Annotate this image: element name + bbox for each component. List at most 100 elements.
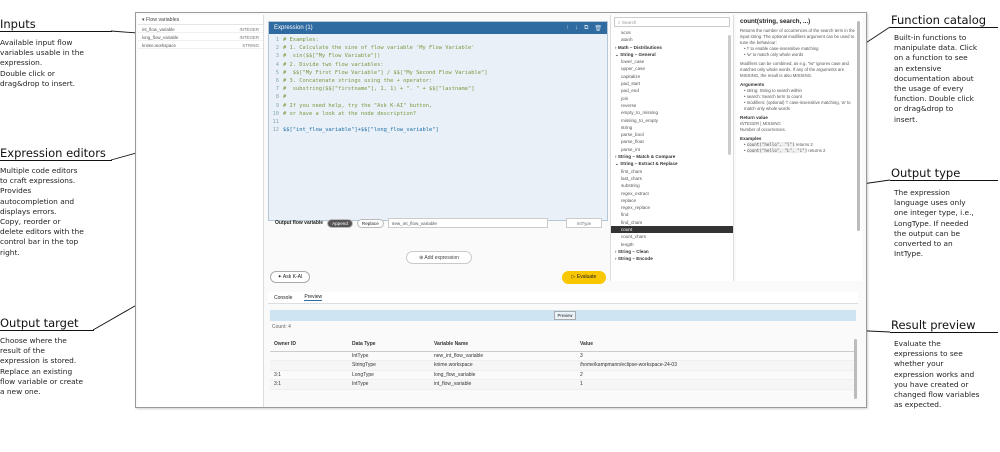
replace-toggle[interactable]: Replace (356, 218, 384, 228)
annotation-preview-body: Evaluate the expressions to see whether … (894, 339, 980, 410)
function-item[interactable]: string (611, 124, 733, 131)
function-category[interactable]: ⌄ String – General (611, 51, 733, 58)
function-item[interactable]: empty_to_missing (611, 109, 733, 116)
append-toggle[interactable]: Append (327, 218, 353, 228)
function-item[interactable]: join (611, 95, 733, 102)
function-item[interactable]: pad_start (611, 80, 733, 87)
doc-examples-heading: Examples (740, 136, 762, 141)
function-label: pad_start (621, 81, 641, 87)
output-variable-name-input[interactable]: new_int_flow_variable (387, 218, 548, 228)
function-item[interactable]: acos (611, 29, 733, 36)
function-label: lower_case (621, 59, 645, 65)
function-label: count (621, 227, 633, 233)
code-line: 2 # 1. Calculate the sine of flow variabl… (269, 45, 607, 53)
function-item[interactable]: regex_replace (611, 204, 733, 211)
delete-icon[interactable]: 🗑 (594, 25, 602, 32)
result-body: IntType new_int_flow_variable 3 StringType k… (270, 351, 856, 390)
ask-kai-button[interactable]: ✦ Ask K-AI (270, 271, 310, 283)
line-number: 6 (275, 77, 279, 84)
line-number: 2 (275, 45, 279, 52)
function-label: substring (621, 183, 640, 189)
result-header-row: Owner ID Data Type Variable Name Value (270, 338, 856, 352)
function-item[interactable]: parse_float (611, 138, 733, 145)
function-item[interactable]: first_chars (611, 168, 733, 175)
evaluate-button[interactable]: ▷ Evaluate (562, 271, 606, 284)
function-category[interactable]: › String – Clean (611, 248, 733, 255)
function-category[interactable]: › Math – Distributions (611, 44, 733, 51)
flow-variable-name: knime.workspace (142, 43, 176, 48)
function-item[interactable]: capitalize (611, 73, 733, 80)
function-label: String – Encode (617, 256, 653, 262)
doc-modifier-text: 'w' to match only whole words (746, 52, 804, 57)
function-label: String – Match & Compare (617, 154, 676, 160)
function-item[interactable]: atanh (611, 36, 733, 43)
move-down-icon[interactable]: ↓ (575, 25, 578, 31)
function-item[interactable]: replace (611, 197, 733, 204)
result-table: Owner ID Data Type Variable Name Value IntT… (270, 338, 856, 390)
copy-icon[interactable]: ⧉ (584, 25, 588, 31)
function-category[interactable]: › String – Encode (611, 255, 733, 262)
doc-modifier: • 'w' to match only whole words (744, 52, 804, 57)
function-item[interactable]: find_chars (611, 219, 733, 226)
table-cell: 3:1 (270, 379, 348, 390)
add-expression-button[interactable]: ⊕ Add expression (406, 251, 472, 264)
function-item[interactable]: parse_int (611, 146, 733, 153)
function-label: String – Clean (617, 248, 649, 254)
table-cell: IntType (348, 351, 430, 361)
flow-variable-item[interactable]: long_flow_variable INTEGER (138, 33, 263, 41)
function-item[interactable]: lower_case (611, 58, 733, 65)
function-item[interactable]: parse_bool (611, 131, 733, 138)
function-item[interactable]: missing_to_empty (611, 117, 733, 124)
editor-control-bar: ↑ ↓ ⧉ 🗑 (566, 25, 602, 32)
annotation-rule (0, 160, 112, 161)
preview-button[interactable]: Preview (554, 311, 576, 320)
code-area[interactable]: 1 # Examples: 2 # 1. Calculate the sine of … (269, 34, 607, 135)
annotation-preview-title: Result preview (891, 318, 976, 332)
table-cell: IntType (348, 379, 430, 390)
doc-argument: • modifiers: (optional) 'i' case-insensi… (744, 100, 851, 111)
function-scrollbar[interactable] (728, 35, 731, 155)
function-item[interactable]: find (611, 211, 733, 218)
tab-preview[interactable]: Preview (304, 294, 323, 301)
function-category[interactable]: ⌄ String – Extract & Replace (611, 160, 733, 167)
function-item[interactable]: count (611, 226, 733, 234)
table-row: IntType new_int_flow_variable 3 (270, 351, 856, 361)
annotation-rule (890, 332, 998, 333)
move-up-icon[interactable]: ↑ (566, 25, 569, 31)
annotation-rule (890, 27, 998, 28)
function-item[interactable]: count_chars (611, 233, 733, 240)
output-type-select[interactable]: IntType (566, 218, 602, 228)
function-label: regex_extract (621, 190, 649, 196)
function-item[interactable]: pad_end (611, 87, 733, 94)
function-item[interactable]: length (611, 241, 733, 248)
result-scrollbar[interactable] (854, 339, 857, 399)
code-text: $$["int_flow_variable"]+$$["long_flow_va… (283, 127, 439, 134)
function-label: String – General (620, 51, 656, 57)
flow-variable-name: long_flow_variable (142, 35, 179, 40)
code-text: # Examples: (283, 37, 319, 43)
function-label: pad_end (621, 88, 639, 94)
function-item[interactable]: reverse (611, 102, 733, 109)
annotation-target-title: Output target (0, 316, 79, 330)
expression-editor[interactable]: Expression (1) ↑ ↓ ⧉ 🗑 1 # Examples: 2 # 1.… (268, 21, 608, 221)
function-item[interactable]: upper_case (611, 65, 733, 72)
function-item[interactable]: last_chars (611, 175, 733, 182)
flow-variable-name: int_flow_variable (142, 27, 175, 32)
code-line: 12 $$["int_flow_variable"]+$$["long_flow_… (269, 127, 607, 135)
function-category[interactable]: › String – Match & Compare (611, 153, 733, 160)
doc-scrollbar[interactable] (857, 21, 860, 231)
function-label: String – Extract & Replace (620, 161, 678, 167)
function-label: first_chars (621, 168, 643, 174)
tab-console[interactable]: Console (274, 295, 292, 301)
function-label: upper_case (621, 66, 646, 72)
flow-variable-item[interactable]: int_flow_variable INTEGER (138, 25, 263, 33)
code-text: # or have a look at the node description… (283, 110, 417, 117)
function-search-input[interactable]: ⌕ Search (614, 17, 730, 27)
flow-variable-item[interactable]: knime.workspace STRING (138, 41, 263, 49)
code-line: 7 # substring($$["firstname"], 1, 1) + ".… (269, 86, 607, 94)
function-item[interactable]: substring (611, 182, 733, 189)
ask-kai-label: Ask K-AI (282, 274, 303, 280)
code-text: # 3. Concatenate strings using the + ope… (283, 77, 433, 84)
doc-arguments: • string: String to search within • searc… (736, 88, 862, 112)
function-item[interactable]: regex_extract (611, 190, 733, 197)
